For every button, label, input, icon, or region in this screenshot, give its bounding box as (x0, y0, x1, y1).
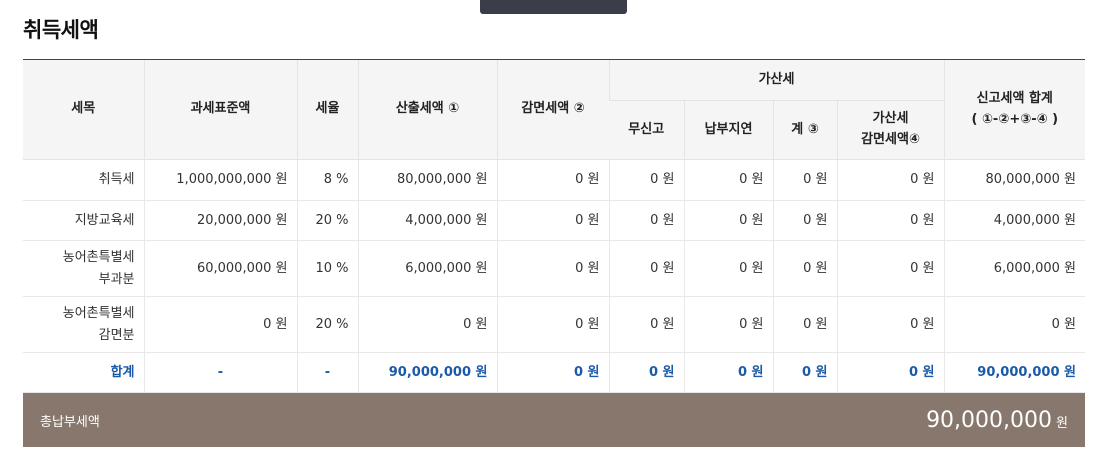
header-penalty-reduction-line2: 감면세액④ (861, 132, 920, 147)
row-late: 0 원 (683, 200, 773, 241)
header-report-total: 신고세액 합계 ( ①-②+③-④ ) (943, 59, 1086, 160)
row-calc: 0 원 (357, 296, 497, 353)
top-tab-handle[interactable] (480, 0, 627, 14)
row-calc: 4,000,000 원 (357, 200, 497, 241)
row-late: 0 원 (683, 159, 773, 201)
row-item: 농어촌특별세 감면분 (23, 296, 144, 353)
row-nonfiling: 0 원 (608, 296, 684, 353)
table-row: 농어촌특별세 부과분 60,000,000 원 10 % 6,000,000 원… (23, 240, 1086, 297)
row-base: 60,000,000 원 (143, 240, 297, 297)
row-base: 0 원 (143, 296, 297, 353)
sum-reduction: 0 원 (496, 352, 609, 393)
row-item-line2: 감면분 (98, 327, 135, 343)
header-reduction: 감면세액 ② (496, 59, 609, 160)
row-item: 지방교육세 (23, 200, 144, 241)
header-item: 세목 (23, 59, 144, 160)
header-penalty-reduction: 가산세 감면세액④ (836, 100, 945, 160)
table-row: 지방교육세 20,000,000 원 20 % 4,000,000 원 0 원 … (23, 200, 1086, 241)
sum-calc: 90,000,000 원 (357, 352, 497, 393)
row-item: 취득세 (23, 159, 144, 201)
table-row: 농어촌특별세 감면분 0 원 20 % 0 원 0 원 0 원 0 원 0 원 … (23, 296, 1086, 353)
row-item-line1: 농어촌특별세 (62, 250, 135, 266)
row-item-line1: 취득세 (98, 172, 135, 188)
header-rate: 세율 (296, 59, 358, 160)
sum-row: 합계 - - 90,000,000 원 0 원 0 원 0 원 0 원 0 원 … (23, 352, 1086, 393)
sum-nonfiling: 0 원 (608, 352, 684, 393)
sum-total: 90,000,000 원 (943, 352, 1086, 393)
row-total: 0 원 (943, 296, 1086, 353)
row-penalty-reduction: 0 원 (836, 159, 945, 201)
row-total: 6,000,000 원 (943, 240, 1086, 297)
row-reduction: 0 원 (496, 240, 609, 297)
total-payment-amount-group: 90,000,000 원 (926, 408, 1068, 433)
header-report-total-line1: 신고세액 합계 (976, 90, 1053, 106)
sum-base: - (143, 352, 297, 393)
row-penalty-reduction: 0 원 (836, 240, 945, 297)
row-reduction: 0 원 (496, 296, 609, 353)
row-item-line1: 지방교육세 (74, 212, 135, 228)
header-penalty: 가산세 (608, 59, 945, 101)
header-penalty-reduction-line1: 가산세 (872, 111, 909, 127)
header-calc: 산출세액 ① (357, 59, 497, 160)
row-nonfiling: 0 원 (608, 159, 684, 201)
row-rate: 20 % (296, 296, 358, 353)
row-item-line2: 부과분 (98, 271, 135, 287)
row-reduction: 0 원 (496, 200, 609, 241)
row-subtotal: 0 원 (772, 240, 837, 297)
total-payment-label: 총납부세액 (40, 414, 100, 430)
row-nonfiling: 0 원 (608, 240, 684, 297)
row-item: 농어촌특별세 부과분 (23, 240, 144, 297)
header-base: 과세표준액 (143, 59, 297, 160)
row-total: 4,000,000 원 (943, 200, 1086, 241)
header-subtotal: 계 ③ (772, 100, 837, 160)
row-base: 20,000,000 원 (143, 200, 297, 241)
row-rate: 10 % (296, 240, 358, 297)
sum-late: 0 원 (683, 352, 773, 393)
row-rate: 8 % (296, 159, 358, 201)
row-calc: 80,000,000 원 (357, 159, 497, 201)
row-total: 80,000,000 원 (943, 159, 1086, 201)
row-rate: 20 % (296, 200, 358, 241)
row-penalty-reduction: 0 원 (836, 200, 945, 241)
sum-subtotal: 0 원 (772, 352, 837, 393)
header-late: 납부지연 (683, 100, 773, 160)
header-nonfiling: 무신고 (609, 100, 684, 160)
total-payment-unit: 원 (1056, 415, 1068, 431)
row-base: 1,000,000,000 원 (143, 159, 297, 201)
tax-table: 세목 과세표준액 세율 산출세액 ① 감면세액 ② 가산세 신고세액 합계 ( … (23, 59, 1086, 393)
row-subtotal: 0 원 (772, 200, 837, 241)
row-late: 0 원 (683, 240, 773, 297)
sum-rate: - (296, 352, 358, 393)
row-reduction: 0 원 (496, 159, 609, 201)
row-calc: 6,000,000 원 (357, 240, 497, 297)
sum-label: 합계 (23, 352, 144, 393)
row-nonfiling: 0 원 (608, 200, 684, 241)
row-subtotal: 0 원 (772, 296, 837, 353)
row-penalty-reduction: 0 원 (836, 296, 945, 353)
total-payment-amount: 90,000,000 (926, 407, 1053, 433)
total-payment-bar: 총납부세액 90,000,000 원 (23, 393, 1085, 447)
row-item-line1: 농어촌특별세 (62, 306, 135, 322)
row-late: 0 원 (683, 296, 773, 353)
header-report-total-line2: ( ①-②+③-④ ) (971, 111, 1059, 127)
section-title: 취득세액 (23, 18, 99, 42)
sum-penalty-reduction: 0 원 (836, 352, 945, 393)
row-subtotal: 0 원 (772, 159, 837, 201)
table-row: 취득세 1,000,000,000 원 8 % 80,000,000 원 0 원… (23, 159, 1086, 201)
